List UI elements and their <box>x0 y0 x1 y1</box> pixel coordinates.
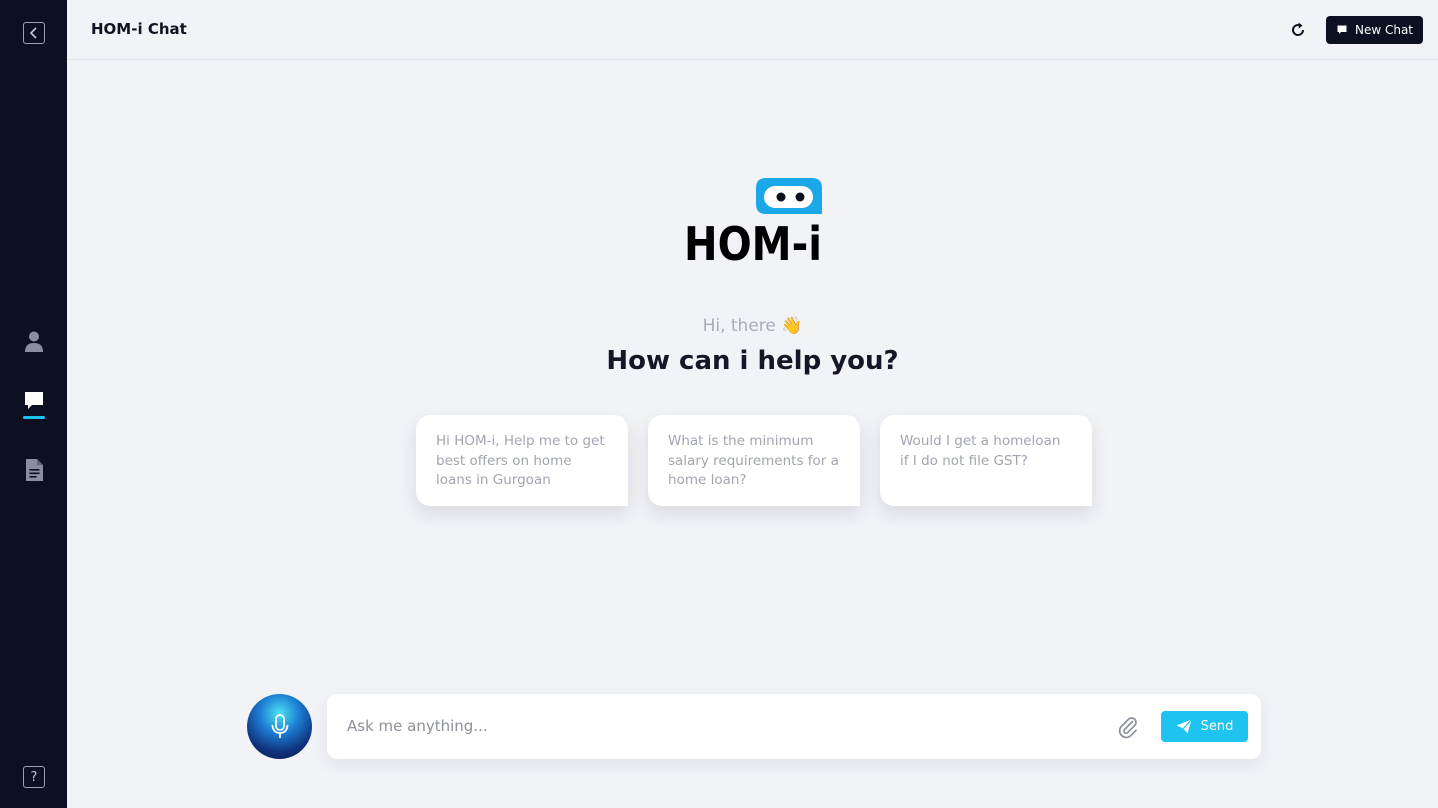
suggestion-list: Hi HOM-i, Help me to get best offers on … <box>416 415 1092 506</box>
help-icon: ? <box>30 769 38 785</box>
paper-plane-icon <box>1176 719 1192 734</box>
logo-wordmark: HOM-i <box>684 217 822 264</box>
microphone-icon <box>271 713 288 738</box>
top-bar: HOM-i Chat New Chat <box>67 0 1438 60</box>
hom-i-logo: HOM-i <box>684 176 824 271</box>
collapse-sidebar-button[interactable] <box>23 22 45 44</box>
sidebar: ? <box>0 0 67 808</box>
chat-input[interactable] <box>347 710 1107 742</box>
help-button[interactable]: ? <box>23 766 45 788</box>
attach-button[interactable] <box>1116 715 1140 739</box>
sidebar-item-chat[interactable] <box>22 389 46 413</box>
new-chat-button[interactable]: New Chat <box>1326 16 1423 44</box>
send-button[interactable]: Send <box>1161 711 1248 742</box>
chat-icon <box>25 392 43 409</box>
page-title: HOM-i Chat <box>91 20 187 38</box>
new-chat-label: New Chat <box>1354 23 1414 37</box>
suggestion-card[interactable]: What is the minimum salary requirements … <box>648 415 860 506</box>
suggestion-card[interactable]: Would I get a homeloan if I do not file … <box>880 415 1092 506</box>
send-label: Send <box>1200 719 1234 734</box>
chevron-left-icon <box>29 27 37 39</box>
chat-composer: Send <box>327 694 1261 759</box>
refresh-icon <box>1292 22 1305 36</box>
voice-input-button[interactable] <box>247 694 312 759</box>
sidebar-item-documents[interactable] <box>22 458 46 482</box>
suggestion-card[interactable]: Hi HOM-i, Help me to get best offers on … <box>416 415 628 506</box>
greeting-text: Hi, there 👋 <box>702 316 803 336</box>
headline: How can i help you? <box>606 346 899 376</box>
document-icon <box>26 459 43 481</box>
refresh-button[interactable] <box>1288 20 1308 40</box>
paperclip-icon <box>1118 717 1137 739</box>
chat-icon <box>1337 25 1347 34</box>
active-indicator <box>23 416 45 419</box>
